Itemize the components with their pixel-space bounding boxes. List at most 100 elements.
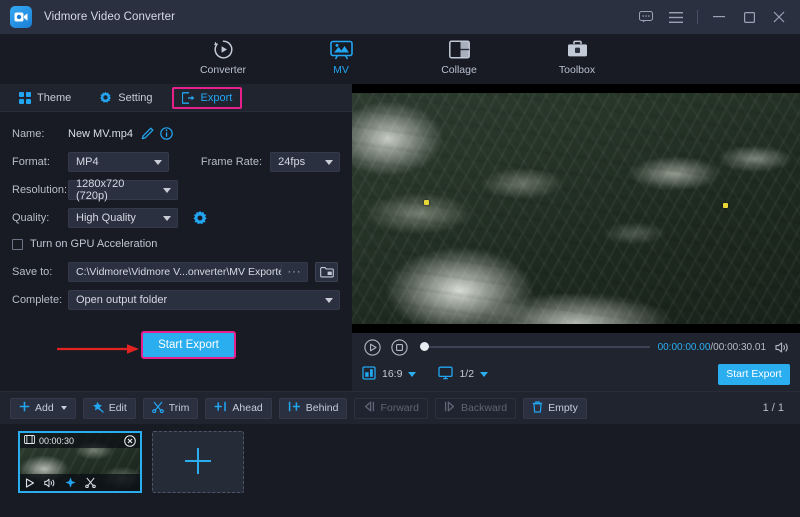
add-button[interactable]: Add <box>10 398 76 419</box>
player-transport-row: 00:00:00.00 / 00:00:30.01 <box>352 333 800 361</box>
stop-circle-icon[interactable] <box>389 337 409 357</box>
gear-icon <box>99 91 112 104</box>
complete-label: Complete: <box>12 294 68 306</box>
blue-gear-icon[interactable] <box>192 210 208 226</box>
resolution-label: Resolution: <box>12 184 68 196</box>
zoom-level-control[interactable]: 1/2 <box>438 366 488 383</box>
format-select[interactable]: MP4 <box>68 152 169 172</box>
minimize-icon[interactable] <box>704 0 734 34</box>
save-path-field[interactable]: C:\Vidmore\Vidmore V...onverter\MV Expor… <box>68 262 282 282</box>
playback-progress-slider[interactable] <box>420 346 650 348</box>
resolution-value: 1280x720 (720p) <box>76 178 157 202</box>
preview-start-export-button[interactable]: Start Export <box>718 364 790 385</box>
video-preview[interactable] <box>352 84 800 333</box>
plus-icon <box>19 401 30 415</box>
form-row-complete: Complete: Open output folder <box>12 287 340 312</box>
chevron-down-icon <box>480 372 488 377</box>
chevron-down-icon <box>163 216 171 221</box>
sub-tab-export[interactable]: Export <box>172 87 243 109</box>
framerate-select[interactable]: 24fps <box>270 152 340 172</box>
sub-tab-label: Theme <box>37 92 71 104</box>
add-button-label: Add <box>35 402 54 414</box>
trash-icon <box>532 401 543 416</box>
chevron-down-icon <box>154 160 162 165</box>
volume-speaker-icon[interactable] <box>775 341 790 354</box>
module-tab-label: Collage <box>441 64 477 76</box>
start-export-button[interactable]: Start Export <box>141 331 236 359</box>
preview-marker-right <box>723 203 728 208</box>
export-form: Name: New MV.mp4 Format: MP4 Frame Rate: <box>0 112 352 371</box>
title-bar: Vidmore Video Converter <box>0 0 800 34</box>
feedback-chat-bubble-icon[interactable] <box>631 0 661 34</box>
trim-button[interactable]: Trim <box>143 398 199 419</box>
toolbox-icon <box>567 36 588 62</box>
clip-timeline: 00:00:30 <box>0 424 800 517</box>
form-row-save-to: Save to: C:\Vidmore\Vidmore V...onverter… <box>12 259 340 284</box>
edit-button-label: Edit <box>109 402 127 414</box>
close-circle-icon[interactable] <box>124 435 136 447</box>
backward-button: Backward <box>435 398 516 419</box>
scissors-icon[interactable] <box>85 477 96 488</box>
letterbox-bottom <box>352 324 800 333</box>
playhead-knob[interactable] <box>420 342 429 351</box>
plus-icon <box>183 446 213 479</box>
close-icon[interactable] <box>764 0 794 34</box>
output-name-value: New MV.mp4 <box>68 128 133 140</box>
export-arrow-icon <box>182 92 195 104</box>
gpu-acceleration-checkbox[interactable] <box>12 239 23 250</box>
quality-select[interactable]: High Quality <box>68 208 178 228</box>
red-arrow-annotation <box>57 343 142 355</box>
browse-path-button[interactable]: ··· <box>282 262 308 282</box>
empty-button[interactable]: Empty <box>523 398 587 419</box>
ahead-button[interactable]: Ahead <box>205 398 271 419</box>
theme-grid-icon <box>19 92 31 104</box>
player-options-row: 16:9 1/2 Start Export <box>352 361 800 387</box>
play-triangle-icon[interactable] <box>25 478 35 488</box>
aspect-ratio-value: 16:9 <box>382 368 402 380</box>
empty-button-label: Empty <box>548 402 578 414</box>
timeline-toolbar: Add Edit Trim Ahead Behind Forward Backw… <box>0 391 800 424</box>
preview-marker-left <box>424 200 429 205</box>
audio-speaker-icon[interactable] <box>44 478 56 488</box>
aspect-ratio-icon <box>362 366 376 383</box>
chevron-down-icon <box>163 188 171 193</box>
module-tab-collage[interactable]: Collage <box>419 36 499 84</box>
pencil-edit-icon[interactable] <box>141 127 154 140</box>
module-tab-label: MV <box>333 64 349 76</box>
chevron-down-icon <box>408 372 416 377</box>
monitor-screen-icon <box>438 366 453 383</box>
timeline-clip-item[interactable]: 00:00:30 <box>18 431 142 493</box>
effects-star-icon[interactable] <box>65 477 76 488</box>
window-controls <box>631 0 800 34</box>
play-circle-icon[interactable] <box>362 337 382 357</box>
edit-button[interactable]: Edit <box>83 398 136 419</box>
module-tab-toolbox[interactable]: Toolbox <box>537 36 617 84</box>
gpu-acceleration-row[interactable]: Turn on GPU Acceleration <box>12 233 340 255</box>
move-forward-icon <box>363 401 375 415</box>
player-controls-bar: 00:00:00.00 / 00:00:30.01 16:9 1/2 <box>352 333 800 391</box>
zoom-level-value: 1/2 <box>459 368 474 380</box>
module-tab-converter[interactable]: Converter <box>183 36 263 84</box>
framerate-value: 24fps <box>278 156 305 168</box>
complete-action-select[interactable]: Open output folder <box>68 290 340 310</box>
maximize-icon[interactable] <box>734 0 764 34</box>
quality-value: High Quality <box>76 212 136 224</box>
preview-frame-aerial-ocean <box>352 84 800 333</box>
open-folder-icon[interactable] <box>315 262 338 282</box>
aspect-ratio-control[interactable]: 16:9 <box>362 366 416 383</box>
move-backward-icon <box>444 401 456 415</box>
current-time: 00:00:00.00 <box>658 342 711 353</box>
format-value: MP4 <box>76 156 99 168</box>
behind-button-label: Behind <box>306 402 339 414</box>
info-circle-icon[interactable] <box>160 127 173 140</box>
sub-tab-label: Setting <box>118 92 152 104</box>
sub-tab-setting[interactable]: Setting <box>90 87 161 109</box>
clip-header: 00:00:30 <box>20 433 140 448</box>
sub-tab-theme[interactable]: Theme <box>10 87 80 109</box>
form-row-name: Name: New MV.mp4 <box>12 121 340 146</box>
resolution-select[interactable]: 1280x720 (720p) <box>68 180 178 200</box>
module-tab-mv[interactable]: MV <box>301 36 381 84</box>
behind-button[interactable]: Behind <box>279 398 348 419</box>
hamburger-menu-icon[interactable] <box>661 0 691 34</box>
add-clip-placeholder[interactable] <box>152 431 244 493</box>
